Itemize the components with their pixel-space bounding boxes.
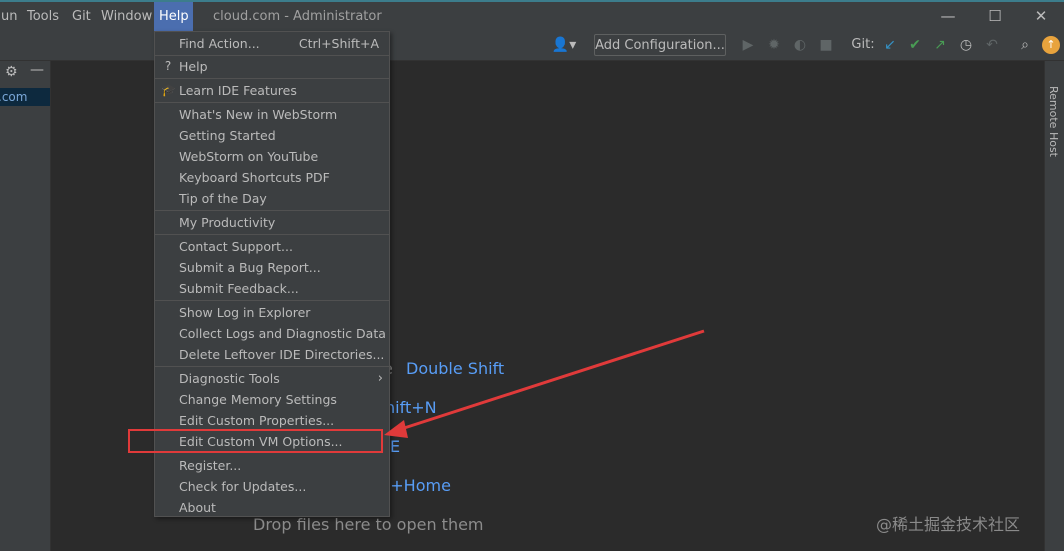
annotation-arrow-head — [384, 420, 408, 438]
watermark: @稀土掘金技术社区 — [876, 515, 1021, 534]
annotation-arrow — [384, 329, 705, 438]
annotation-arrow-line — [397, 329, 705, 432]
